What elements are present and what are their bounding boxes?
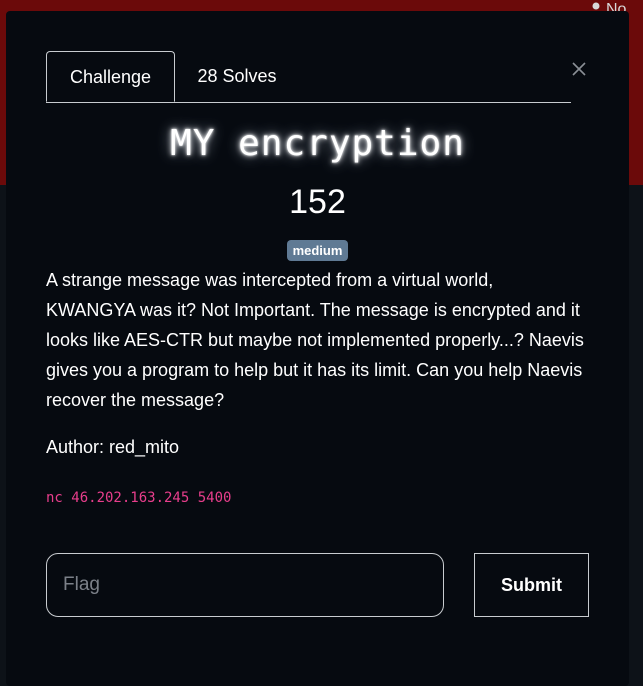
challenge-tabs: Challenge 28 Solves <box>46 51 571 103</box>
submit-button[interactable]: Submit <box>474 553 589 617</box>
challenge-title: MY encryption <box>170 123 465 164</box>
challenge-description: A strange message was intercepted from a… <box>46 270 584 410</box>
tab-solves[interactable]: 28 Solves <box>187 51 287 101</box>
difficulty-container: medium <box>6 240 629 261</box>
challenge-author: Author: red_mito <box>46 437 180 457</box>
flag-input[interactable] <box>46 553 444 617</box>
tab-challenge[interactable]: Challenge <box>46 51 175 102</box>
challenge-points: 152 <box>289 183 346 221</box>
challenge-modal: Challenge 28 Solves MY encryption 152 me… <box>6 11 629 686</box>
close-icon[interactable] <box>569 59 589 79</box>
difficulty-badge: medium <box>286 240 349 261</box>
connection-info: nc 46.202.163.245 5400 <box>46 490 232 506</box>
